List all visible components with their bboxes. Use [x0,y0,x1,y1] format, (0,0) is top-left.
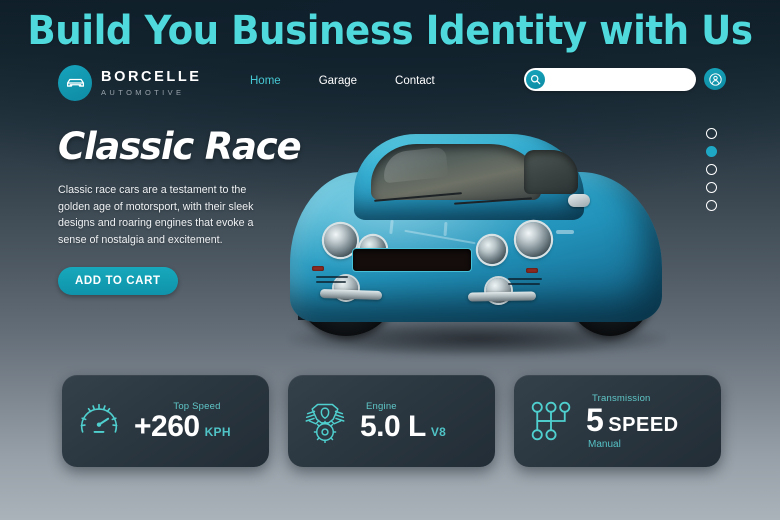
hero-section: Classic Race Classic race cars are a tes… [58,125,303,296]
side-mirror [568,194,590,207]
spec-unit-top-speed: KPH [204,424,231,439]
hero-description: Classic race cars are a testament to the… [58,184,254,246]
brand-tagline: AUTOMOTIVE [101,87,185,97]
add-to-cart-button[interactable]: ADD TO CART [58,267,178,296]
carousel-dot-4[interactable] [706,182,717,193]
spec-card-transmission[interactable]: Transmission 5 SPEED Manual [514,375,721,467]
spec-unit-transmission: SPEED [608,413,679,436]
vent-left-2 [316,281,346,283]
gear-shift-icon [526,399,576,443]
spec-card-engine[interactable]: Engine 5.0 L V8 [288,375,495,467]
search-icon[interactable] [526,70,545,89]
carousel-dots [706,128,717,211]
search-input[interactable] [545,68,696,91]
spec-card-top-speed[interactable]: Top Speed +260 KPH [62,375,269,467]
indicator-left [312,266,324,271]
front-grille [352,248,472,272]
spec-value-transmission: 5 [586,401,604,438]
vent-right-1 [508,278,542,280]
user-account-icon[interactable] [704,68,726,90]
page-headline: Build You Business Identity with Us [27,8,753,54]
vent-left-1 [316,276,348,278]
nav-link-home[interactable]: Home [250,75,281,87]
brand-name: BORCELLE [101,69,202,85]
hero-title: Classic Race [58,125,302,168]
spec-cards: Top Speed +260 KPH Engine 5.0 L V8 Trans… [62,375,722,467]
side-window [524,150,578,194]
spec-value-engine: 5.0 L [360,409,426,443]
headlamp-outer-right [516,222,551,257]
spec-unit-engine: V8 [430,424,447,439]
side-badge [556,230,574,234]
spec-value-top-speed: +260 [134,409,200,443]
brand-logo[interactable]: BORCELLE AUTOMOTIVE [58,65,202,101]
car-icon [58,65,92,101]
carousel-dot-3[interactable] [706,164,717,175]
nav-link-contact[interactable]: Contact [395,75,435,87]
vent-right-2 [508,283,540,285]
indicator-right [526,268,538,273]
engine-icon [300,399,350,443]
nav-link-garage[interactable]: Garage [319,75,357,87]
carousel-dot-2[interactable] [706,146,717,157]
navbar: BORCELLE AUTOMOTIVE Home Garage Contact [0,63,780,108]
carousel-dot-5[interactable] [706,200,717,211]
headlamp-inner-right [478,236,506,264]
carousel-dot-1[interactable] [706,128,717,139]
spec-sub-transmission: Manual [588,438,621,450]
bumper-right [467,291,537,302]
nav-links: Home Garage Contact [250,75,435,87]
speedometer-icon [74,401,124,441]
search-bar[interactable] [524,68,696,91]
hero-car-image [268,128,688,363]
